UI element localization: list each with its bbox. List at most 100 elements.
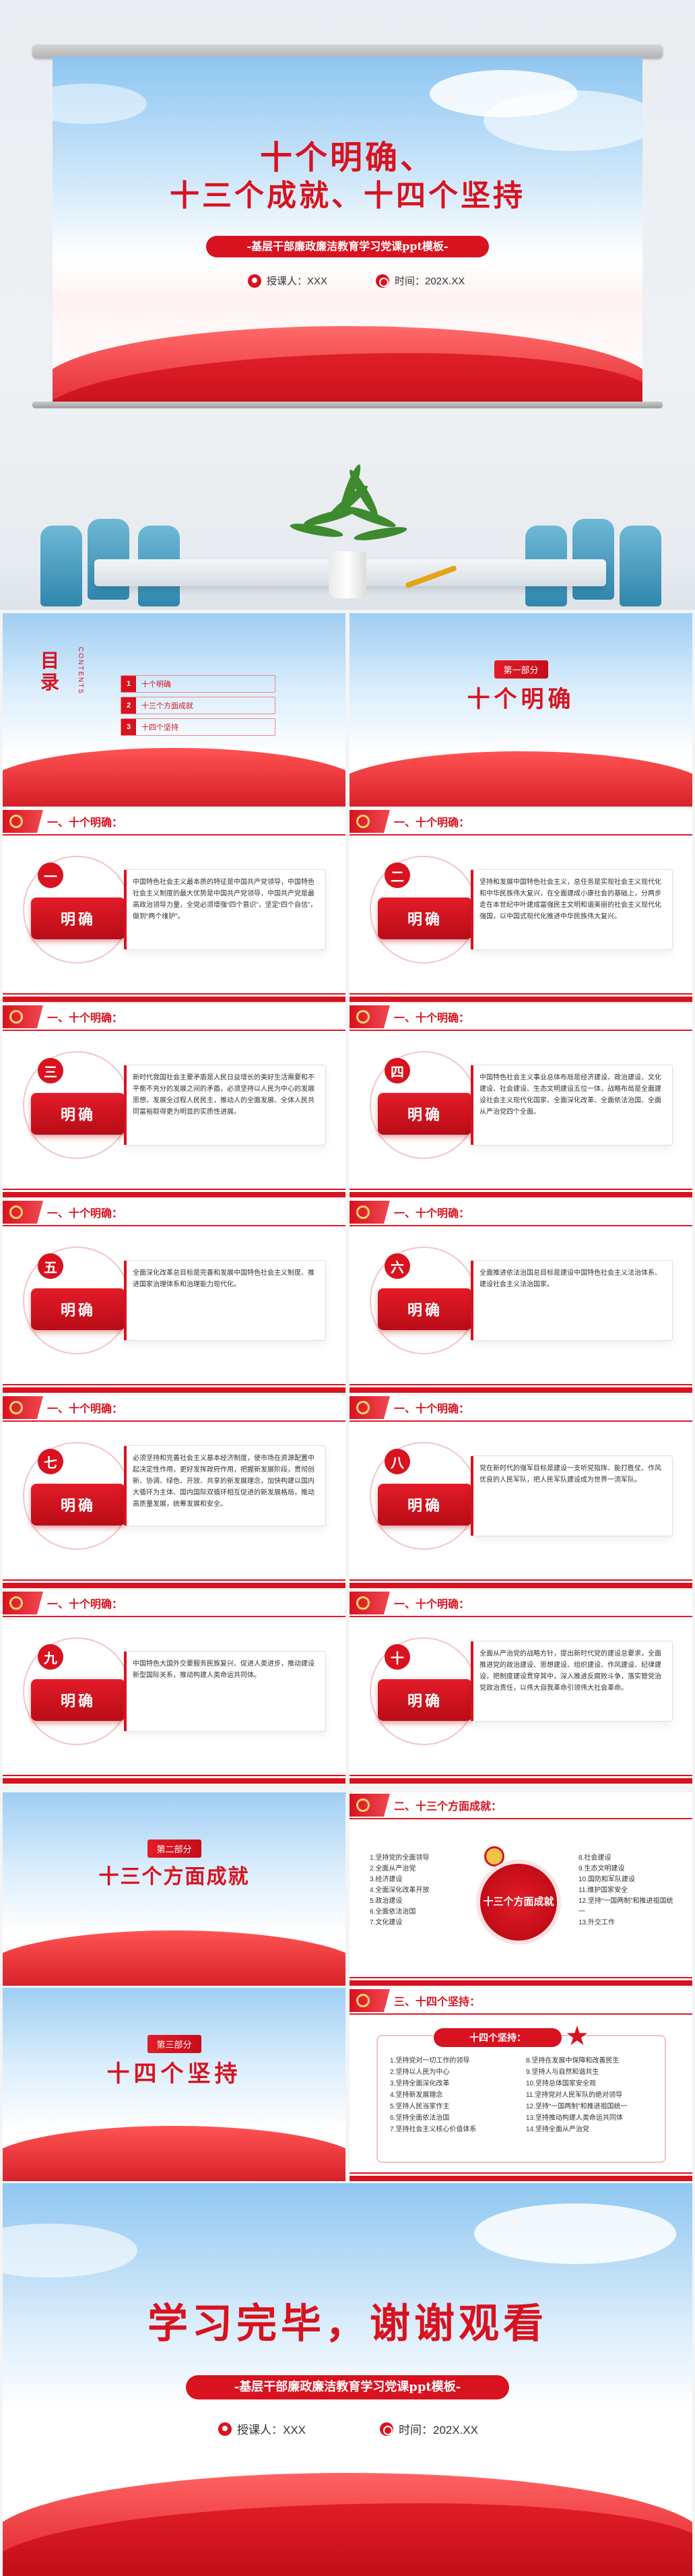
slide-fourteen: 三、十四个坚持： 十四个坚持： ★ 1.坚持党对一切工作的领导 2.坚持以人民为中… xyxy=(350,1988,692,2181)
number-badge: 二 xyxy=(385,862,410,888)
toc-item-3[interactable]: 3 十四个坚持 xyxy=(121,718,275,736)
mingque-label: 明确 xyxy=(378,1679,472,1721)
slide-final: 学习完毕，谢谢观看 -基层干部廉政廉洁教育学习党课ppt模板- 授课人：XXX … xyxy=(3,2183,692,2576)
footer-band xyxy=(3,1775,345,1784)
chair xyxy=(620,526,661,606)
section-header: 一、十个明确： xyxy=(3,1004,345,1031)
clock-icon xyxy=(376,274,389,288)
item-text: 中国特色社会主义事业总体布局是经济建设、政治建设、文化建设、社会建设、生态文明建… xyxy=(471,1065,673,1145)
section-header: 二、十三个方面成就： xyxy=(350,1792,692,1819)
number-badge: 九 xyxy=(38,1644,63,1670)
footer-band xyxy=(350,1189,692,1197)
clock-icon xyxy=(380,2422,393,2436)
slide-ten-4: 一、十个明确： 四 明确 中国特色社会主义事业总体布局是经济建设、政治建设、文化… xyxy=(350,1004,692,1197)
footer-band xyxy=(350,1775,692,1784)
insist-list-right: 8.坚持在发展中保障和改善民生 9.坚持人与自然和谐共生 10.坚持总体国家安全观 1… xyxy=(526,2057,628,2133)
slide-ten-6: 一、十个明确： 六 明确 全面推进依法治国总目标是建设中国特色社会主义法治体系、… xyxy=(350,1199,692,1393)
footer-band xyxy=(3,1189,345,1197)
section-header: 一、十个明确： xyxy=(3,809,345,836)
hero-subtitle: -基层干部廉政廉洁教育学习党课ppt模板- xyxy=(206,236,489,257)
cloud xyxy=(53,84,147,124)
item-text: 坚持和发展中国特色社会主义，总任务是实现社会主义现代化和中华民族伟大复兴，在全面… xyxy=(471,869,673,950)
number-badge: 一 xyxy=(38,862,63,888)
cloud xyxy=(3,2224,137,2277)
footer-band xyxy=(3,993,345,1002)
hero-time: 时间：202X.XX xyxy=(376,274,465,288)
number-badge: 十 xyxy=(385,1644,410,1670)
mingque-label: 明确 xyxy=(31,1288,125,1330)
hero-title-line2: 十三个成就、十四个坚持 xyxy=(170,179,525,213)
number-badge: 三 xyxy=(38,1058,63,1083)
slide-part2: 第二部分 十三个方面成就 xyxy=(3,1792,345,1986)
slide-ten-1: 一、十个明确： 一 明确 中国特色社会主义最本质的特征是中国共产党领导，中国特色… xyxy=(3,809,345,1002)
part-tag: 第一部分 xyxy=(494,660,548,679)
chair xyxy=(40,526,82,606)
slide-ten-10: 一、十个明确： 十 明确 全面从严治党的战略方针，提出新时代党的建设总要求，全面… xyxy=(350,1590,692,1784)
red-wave xyxy=(3,1930,345,1986)
number-badge: 六 xyxy=(385,1253,410,1279)
presenter-text: 授课人：XXX xyxy=(267,276,328,287)
item-text: 必须坚持和完善社会主义基本经济制度，使市场在资源配置中起决定性作用，更好发挥政府… xyxy=(124,1445,326,1526)
item-text: 中国特色大国外交要服务民族复兴、促进人类进步，推动建设新型国际关系，推动构建人类… xyxy=(124,1651,326,1732)
toc-item-2[interactable]: 2 十三个方面成就 xyxy=(121,697,275,714)
slide-ten-3: 一、十个明确： 三 明确 新时代我国社会主要矛盾是人民日益增长的美好生活需要和不… xyxy=(3,1004,345,1197)
part-title: 十三个方面成就 xyxy=(98,1865,250,1889)
section-header: 三、十四个坚持： xyxy=(350,1988,692,2015)
section-header: 一、十个明确： xyxy=(3,1590,345,1617)
item-text: 全面推进依法治国总目标是建设中国特色社会主义法治体系、建设社会主义法治国家。 xyxy=(471,1260,673,1341)
item-text: 中国特色社会主义最本质的特征是中国共产党领导，中国特色社会主义制度的最大优势是中… xyxy=(124,869,326,950)
hero-presenter: 授课人：XXX xyxy=(248,274,327,288)
ppt-template-preview: 十个明确、 十三个成就、十四个坚持 -基层干部廉政廉洁教育学习党课ppt模板- … xyxy=(0,0,695,2576)
plant-pot xyxy=(329,551,366,598)
achievement-list-right: 8.社会建设 9.生态文明建设 10.国防和军队建设 11.维护国家安全 12.坚持“一… xyxy=(578,1854,673,1926)
cloud xyxy=(474,2203,676,2264)
slide-ten-2: 一、十个明确： 二 明确 坚持和发展中国特色社会主义，总任务是实现社会主义现代化… xyxy=(350,809,692,1002)
achievement-center: 十三个方面成就 xyxy=(476,1860,561,1945)
time-text: 时间：202X.XX xyxy=(399,2424,479,2437)
projector-bar xyxy=(32,44,663,58)
mingque-label: 明确 xyxy=(378,898,472,939)
toc-title: 目 录 xyxy=(40,650,60,693)
section-header: 一、十个明确： xyxy=(350,1590,692,1617)
final-presenter: 授课人：XXX xyxy=(218,2420,306,2437)
toc-item-1[interactable]: 1 十个明确 xyxy=(121,675,275,693)
user-icon xyxy=(248,274,261,288)
section-header: 一、十个明确： xyxy=(3,1199,345,1226)
final-subtitle: -基层干部廉政廉洁教育学习党课ppt模板- xyxy=(186,2375,509,2399)
section-header: 一、十个明确： xyxy=(350,809,692,836)
slide-thirteen: 二、十三个方面成就： 1.坚持党的全面领导 2.全面从严治党 3.经济建设 4.全面深… xyxy=(350,1792,692,1986)
red-wave xyxy=(3,2126,345,2181)
mingque-label: 明确 xyxy=(31,1679,125,1721)
mingque-label: 明确 xyxy=(378,1484,472,1526)
red-wave xyxy=(3,748,345,807)
footer-band xyxy=(3,1384,345,1393)
slide-part3: 第三部分 十四个坚持 xyxy=(3,1988,345,2181)
section-header: 一、十个明确： xyxy=(3,1395,345,1422)
time-text: 时间：202X.XX xyxy=(395,276,465,287)
number-badge: 七 xyxy=(38,1449,63,1474)
mingque-label: 明确 xyxy=(31,1484,125,1526)
item-text: 新时代我国社会主要矛盾是人民日益增长的美好生活需要和不平衡不充分的发展之间的矛盾… xyxy=(124,1065,326,1145)
mingque-label: 明确 xyxy=(31,1093,125,1135)
hero-mockup: 十个明确、 十三个成就、十四个坚持 -基层干部廉政廉洁教育学习党课ppt模板- … xyxy=(0,0,695,610)
insist-list-left: 1.坚持党对一切工作的领导 2.坚持以人民为中心 3.坚持全面深化改革 4.坚持新发展… xyxy=(390,2057,477,2133)
part-tag: 第二部分 xyxy=(147,1840,201,1858)
section-header: 一、十个明确： xyxy=(350,1395,692,1422)
achievement-list-left: 1.坚持党的全面领导 2.全面从严治党 3.经济建设 4.全面深化改革开放 5.政治建设… xyxy=(370,1854,430,1926)
part-title: 十个明确 xyxy=(467,686,575,713)
star-icon: ★ xyxy=(565,2021,589,2051)
mingque-label: 明确 xyxy=(31,898,125,939)
slide-part1: 第一部分 十个明确 xyxy=(350,613,692,807)
projector-screen: 十个明确、 十三个成就、十四个坚持 -基层干部廉政廉洁教育学习党课ppt模板- … xyxy=(53,57,642,403)
slide-ten-7: 一、十个明确： 七 明确 必须坚持和完善社会主义基本经济制度，使市场在资源配置中… xyxy=(3,1395,345,1588)
footer-band xyxy=(350,993,692,1002)
plant xyxy=(289,458,408,559)
slide-toc: 目 录 CONTENTS 1 十个明确 2 十三个方面成就 3 十四个坚持 xyxy=(3,613,345,807)
mingque-label: 明确 xyxy=(378,1288,472,1330)
item-text: 全面从严治党的战略方针，提出新时代党的建设总要求，全面推进党的政治建设、思想建设… xyxy=(471,1641,673,1722)
part-tag: 第三部分 xyxy=(147,2035,201,2053)
insist-header: 十四个坚持： xyxy=(434,2028,562,2047)
footer-band xyxy=(350,1384,692,1393)
slide-ten-8: 一、十个明确： 八 明确 党在新时代的强军目标是建设一支听党指挥、能打胜仗、作风… xyxy=(350,1395,692,1588)
number-badge: 四 xyxy=(385,1058,410,1083)
